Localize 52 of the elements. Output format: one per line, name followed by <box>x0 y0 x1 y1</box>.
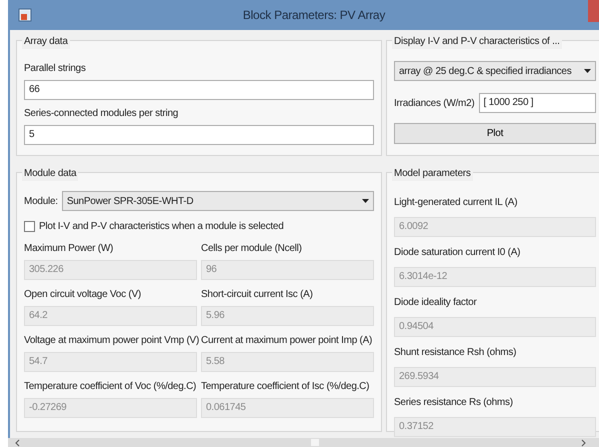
field-label: Module: <box>24 194 58 208</box>
caret-icon <box>362 199 369 203</box>
input-field: 6.3014e-12 <box>394 267 596 287</box>
field-label: Maximum Power (W) <box>24 242 114 256</box>
field-label: Cells per module (Ncell) <box>201 242 303 256</box>
checkbox-label: Plot I-V and P-V characteristics when a module is selected <box>39 220 284 234</box>
caret-icon <box>584 69 591 73</box>
field-label: Irradiances (W/m2) <box>394 96 475 110</box>
input-field: 0.94504 <box>394 317 596 337</box>
plot-button[interactable]: Plot <box>394 123 596 144</box>
dropdown-value: SunPower SPR-305E-WHT-D <box>66 194 194 208</box>
field-label: Shunt resistance Rsh (ohms) <box>394 346 518 360</box>
input-field: 0.061745 <box>201 398 374 418</box>
field-label: Temperature coefficient of Isc (%/deg.C) <box>201 380 370 394</box>
group-title: Module data <box>22 166 78 181</box>
field-label: Short-circuit current Isc (A) <box>201 288 314 302</box>
scroll-thumb[interactable] <box>311 439 319 446</box>
field-label: Diode ideality factor <box>394 296 478 310</box>
input-field: 5.96 <box>201 306 374 326</box>
input-field: 64.2 <box>24 306 197 326</box>
field-label: Series resistance Rs (ohms) <box>394 396 514 410</box>
window-title: Block Parameters: PV Array <box>242 7 386 24</box>
scrollbar[interactable] <box>8 438 599 447</box>
scroll-left-icon[interactable] <box>14 438 22 446</box>
field-label: Open circuit voltage Voc (V) <box>24 288 142 302</box>
input-field[interactable]: [ 1000 250 ] <box>478 93 596 113</box>
field-label: Temperature coefficient of Voc (%/deg.C) <box>24 380 197 394</box>
field-label: Light-generated current IL (A) <box>394 196 518 210</box>
field-label: Voltage at maximum power point Vmp (V) <box>24 334 197 348</box>
checkbox[interactable] <box>24 221 35 232</box>
input-field: 5.58 <box>201 352 374 372</box>
input-field: 0.37152 <box>394 417 596 437</box>
input-field: 305.226 <box>24 260 197 280</box>
dropdown-value: array @ 25 deg.C & specified irradiances <box>399 64 572 78</box>
field-label: Series-connected modules per string <box>24 107 180 121</box>
dropdown[interactable]: SunPower SPR-305E-WHT-D <box>62 191 374 211</box>
input-field: 54.7 <box>24 352 197 372</box>
group-title: Array data <box>22 34 70 49</box>
field-label: Diode saturation current I0 (A) <box>394 246 522 260</box>
group-title: Display I-V and P-V characteristics of ... <box>392 34 562 49</box>
input-field[interactable]: 5 <box>24 125 374 145</box>
input-field: 6.0092 <box>394 217 596 237</box>
group-title: Model parameters <box>392 166 473 181</box>
input-field: 269.5934 <box>394 367 596 387</box>
dropdown[interactable]: array @ 25 deg.C & specified irradiances <box>394 61 596 81</box>
input-field[interactable]: 66 <box>24 80 374 100</box>
scroll-right-icon[interactable] <box>579 438 587 446</box>
field-label: Parallel strings <box>24 62 87 76</box>
field-label: Current at maximum power point Imp (A) <box>201 334 374 348</box>
input-field: 96 <box>201 260 374 280</box>
input-field: -0.27269 <box>24 398 197 418</box>
app-icon <box>18 8 32 22</box>
